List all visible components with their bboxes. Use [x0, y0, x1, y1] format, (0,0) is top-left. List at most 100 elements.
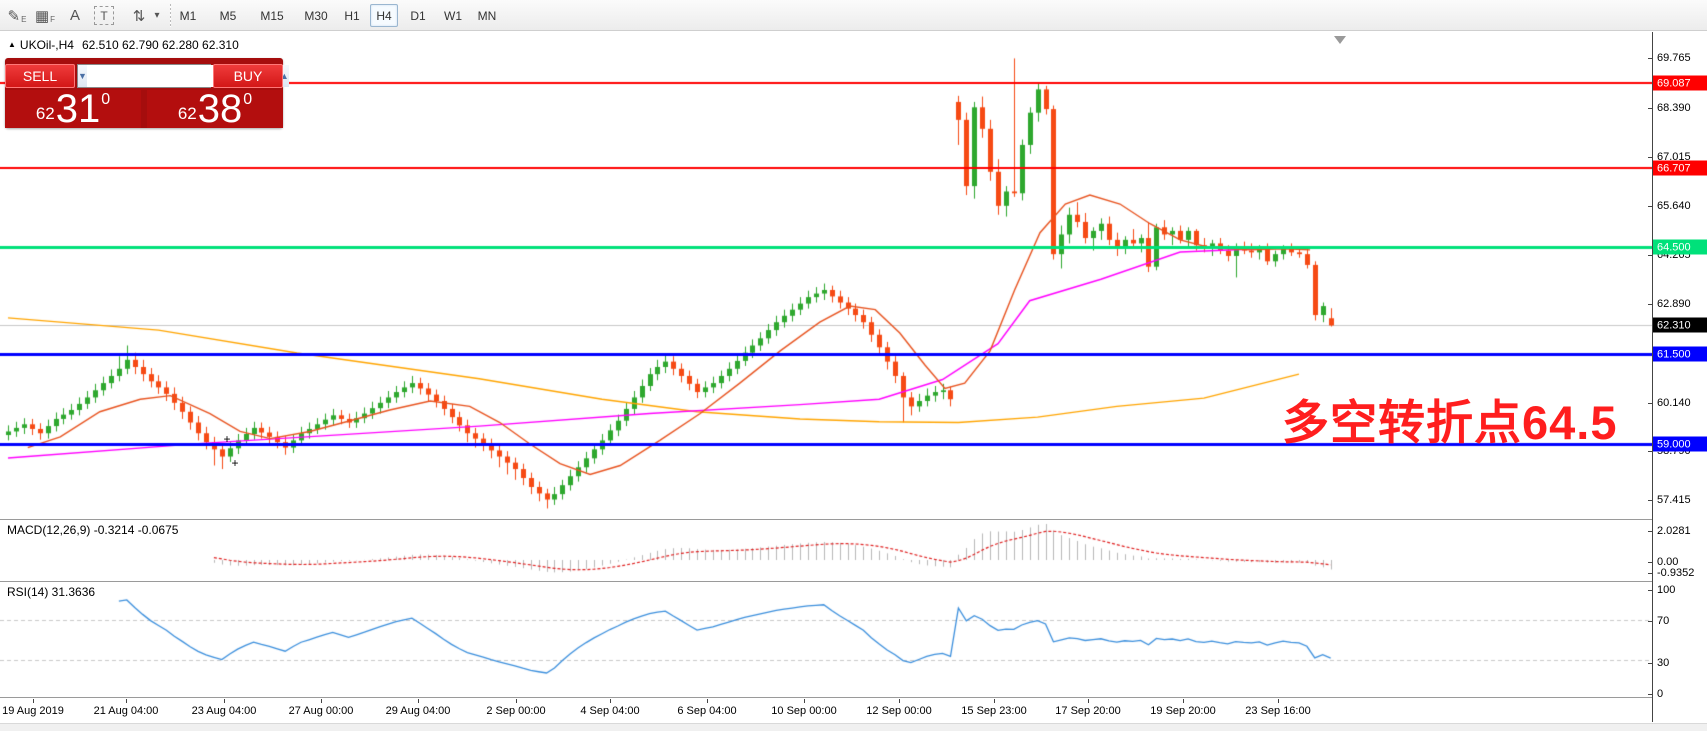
chart-annotation-text: 多空转折点64.5 [1282, 384, 1617, 453]
y-tick-mark [1648, 562, 1652, 563]
timeframe-button-w1[interactable]: W1 [438, 4, 468, 27]
x-tick-mark [707, 699, 708, 703]
price-level-badge: 64.500 [1653, 240, 1707, 255]
y-tick-mark [1648, 531, 1652, 532]
x-tick-mark [516, 699, 517, 703]
x-tick-label: 21 Aug 04:00 [94, 705, 159, 717]
y-tick-mark [1648, 590, 1652, 591]
text-box-icon[interactable]: T [94, 6, 114, 25]
x-tick-mark [126, 699, 127, 703]
x-tick-label: 12 Sep 00:00 [866, 705, 931, 717]
indicator-tick-label: 100 [1657, 584, 1675, 596]
sell-price[interactable]: 62310 [5, 90, 141, 128]
y-tick-mark [1648, 573, 1652, 574]
timeframe-button-h4[interactable]: H4 [370, 4, 398, 27]
time-axis-line [0, 697, 1652, 699]
x-tick-label: 29 Aug 04:00 [386, 705, 451, 717]
y-tick-mark [1648, 58, 1652, 59]
buy-price[interactable]: 62380 [147, 90, 283, 128]
toolbar-separator [170, 4, 171, 27]
timeframe-button-m1[interactable]: M1 [175, 4, 201, 27]
x-tick-mark [804, 699, 805, 703]
price-level-badge: 61.500 [1653, 347, 1707, 362]
y-tick-mark [1648, 304, 1652, 305]
y-tick-mark [1648, 403, 1652, 404]
y-tick-mark [1648, 206, 1652, 207]
x-tick-mark [610, 699, 611, 703]
chevron-down-icon[interactable]: ▾ [150, 3, 164, 28]
x-tick-label: 23 Sep 16:00 [1245, 705, 1310, 717]
x-tick-label: 17 Sep 20:00 [1055, 705, 1120, 717]
timeframe-button-m30[interactable]: M30 [299, 4, 333, 27]
status-strip [0, 723, 1707, 731]
indicator-tick-label: -0.9352 [1657, 567, 1694, 579]
buy-button[interactable]: BUY [213, 64, 283, 88]
price-level-badge: 69.087 [1653, 76, 1707, 91]
x-tick-mark [321, 699, 322, 703]
collapse-triangle-icon[interactable]: ▲ [8, 40, 16, 49]
one-click-trade-widget: SELL ▼ ▲ BUY 62310 62380 [5, 58, 283, 128]
price-level-badge: 59.000 [1653, 437, 1707, 452]
timeframe-button-m15[interactable]: M15 [255, 4, 289, 27]
timeframe-button-h1[interactable]: H1 [339, 4, 365, 27]
y-tick-mark [1648, 663, 1652, 664]
object-anchor-mark[interactable]: + [223, 432, 230, 446]
panel-splitter[interactable] [0, 581, 1652, 583]
indicator-tick-label: 0 [1657, 688, 1663, 700]
y-tick-mark [1648, 451, 1652, 452]
indicator-tick-label: 30 [1657, 657, 1669, 669]
x-tick-mark [224, 699, 225, 703]
timeframe-button-mn[interactable]: MN [472, 4, 502, 27]
y-tick-mark [1648, 108, 1652, 109]
x-tick-mark [1183, 699, 1184, 703]
rsi-label: RSI(14) 31.3636 [7, 585, 95, 599]
x-tick-mark [899, 699, 900, 703]
sell-button[interactable]: SELL [5, 64, 75, 88]
y-tick-mark [1648, 621, 1652, 622]
x-tick-label: 19 Aug 2019 [2, 705, 64, 717]
object-anchor-mark[interactable]: + [231, 456, 238, 470]
symbol-title: ▲ UKOil-,H4 62.510 62.790 62.280 62.310 [8, 38, 239, 52]
x-tick-label: 4 Sep 04:00 [580, 705, 639, 717]
fibonacci-grid-icon[interactable]: ▦F [32, 3, 58, 28]
ohlc-readout: 62.510 62.790 62.280 62.310 [82, 38, 239, 52]
x-tick-label: 23 Aug 04:00 [192, 705, 257, 717]
chart-shift-marker-icon[interactable] [1334, 36, 1346, 44]
y-tick-mark [1648, 500, 1652, 501]
y-tick-mark [1648, 255, 1652, 256]
arrange-symbols-icon[interactable]: ⇅ [126, 3, 152, 28]
indicator-tick-label: 2.0281 [1657, 525, 1691, 537]
x-tick-label: 6 Sep 04:00 [677, 705, 736, 717]
x-tick-mark [994, 699, 995, 703]
y-tick-label: 62.890 [1657, 298, 1691, 310]
text-label-icon[interactable]: A [62, 3, 88, 28]
x-tick-label: 27 Aug 00:00 [289, 705, 354, 717]
x-tick-label: 15 Sep 23:00 [961, 705, 1026, 717]
toolbar: ✎E ▦F A T ⇅ ▾ M1 M5 M15 M30 H1H4 D1 W1MN [0, 0, 1707, 31]
price-level-badge: 66.707 [1653, 161, 1707, 176]
price-level-badge: 62.310 [1653, 318, 1707, 333]
timeframe-button-d1[interactable]: D1 [404, 4, 432, 27]
rsi-indicator-panel[interactable] [0, 584, 1652, 698]
y-tick-label: 68.390 [1657, 102, 1691, 114]
x-tick-mark [1088, 699, 1089, 703]
price-axis-line [1652, 32, 1653, 722]
x-tick-mark [418, 699, 419, 703]
symbol-name: UKOil-,H4 [20, 38, 74, 52]
indicator-tick-label: 70 [1657, 615, 1669, 627]
x-tick-mark [1278, 699, 1279, 703]
x-tick-label: 10 Sep 00:00 [771, 705, 836, 717]
volume-decrease-button[interactable]: ▼ [78, 65, 87, 87]
y-tick-label: 57.415 [1657, 494, 1691, 506]
x-tick-label: 19 Sep 20:00 [1150, 705, 1215, 717]
y-tick-label: 65.640 [1657, 200, 1691, 212]
y-tick-mark [1648, 694, 1652, 695]
draw-crayon-icon[interactable]: ✎E [4, 3, 30, 28]
macd-indicator-panel[interactable] [0, 521, 1652, 581]
y-tick-label: 69.765 [1657, 52, 1691, 64]
x-tick-label: 2 Sep 00:00 [486, 705, 545, 717]
y-tick-label: 60.140 [1657, 397, 1691, 409]
x-tick-mark [33, 699, 34, 703]
y-tick-mark [1648, 157, 1652, 158]
timeframe-button-m5[interactable]: M5 [215, 4, 241, 27]
